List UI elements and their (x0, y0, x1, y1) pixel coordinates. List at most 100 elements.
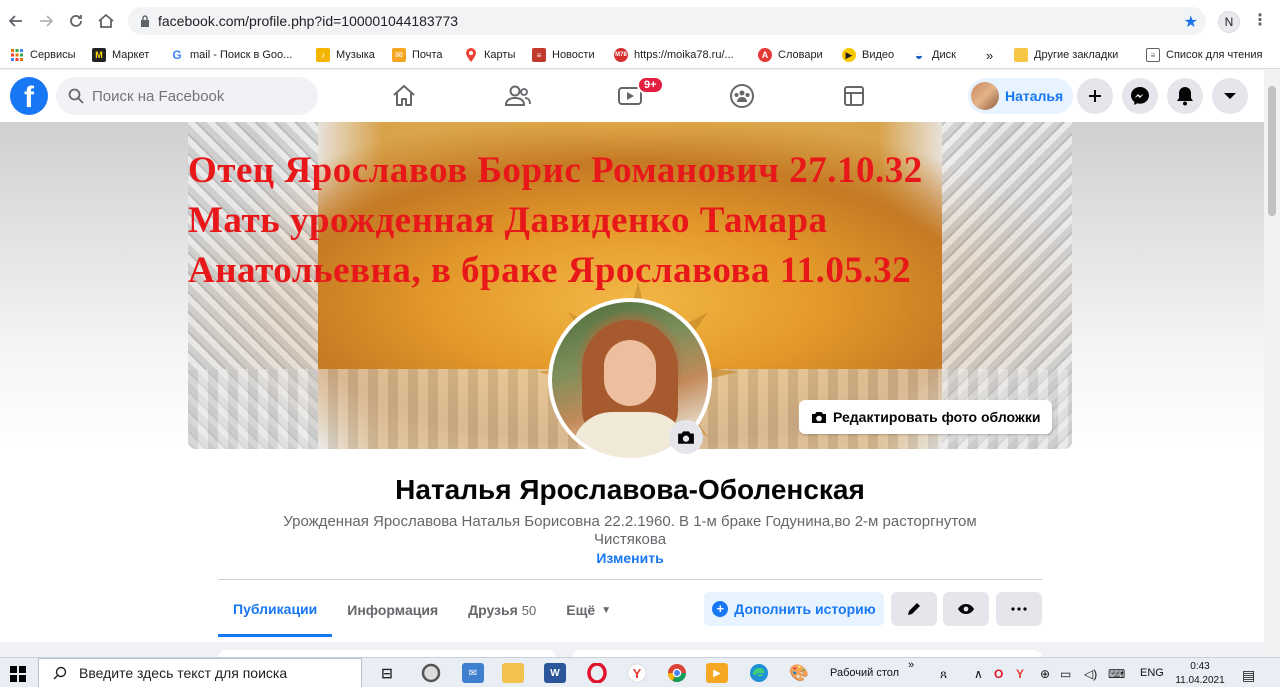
caret-down-icon (1224, 93, 1236, 99)
google-icon: G (172, 48, 182, 62)
profile-shortcut[interactable]: Наталья (968, 78, 1074, 114)
view-as-button[interactable] (943, 592, 989, 626)
pencil-icon (908, 603, 920, 615)
yandex-browser-icon[interactable]: Y (626, 663, 648, 683)
keyboard-icon[interactable]: ⌨ (1108, 667, 1125, 681)
friends-nav-icon[interactable] (504, 82, 532, 110)
more-icon: » (986, 48, 994, 63)
browser-menu-icon[interactable]: ⋮ (1252, 10, 1268, 30)
gaming-nav-icon[interactable] (840, 82, 868, 110)
forward-arrow-icon[interactable] (34, 9, 58, 33)
dictionary-icon: A (758, 48, 772, 62)
bookmarks-bar: Сервисы M Маркет G mail - Поиск в Goo...… (0, 42, 1280, 69)
scrollbar-thumb[interactable] (1268, 86, 1276, 216)
media-player-icon[interactable]: ▶ (706, 663, 728, 683)
tab-about[interactable]: Информация (332, 583, 453, 637)
maps-pin-icon (464, 48, 478, 62)
notifications-button[interactable] (1167, 78, 1203, 114)
groups-nav-icon[interactable] (728, 82, 756, 110)
tray-overflow-icon[interactable]: ∧ (974, 667, 983, 681)
plus-circle-icon: + (712, 601, 729, 617)
account-menu-button[interactable] (1212, 78, 1248, 114)
more-options-button[interactable] (996, 592, 1042, 626)
cover-line-mother-married: Анатольевна, в браке Ярославова 11.05.32 (188, 250, 912, 291)
bookmark-video[interactable]: ▶ Видео (842, 48, 894, 62)
bookmark-news[interactable]: ≡ Новости (532, 48, 595, 62)
clock-time: 0:43 (1190, 661, 1210, 672)
ellipsis-icon (1011, 607, 1027, 611)
cover-line-mother: Мать урожденная Давиденко Тамара (188, 200, 828, 241)
facebook-search[interactable] (56, 77, 318, 115)
profile-bio: Урожденная Ярославова Наталья Борисовна … (283, 513, 977, 548)
avatar (971, 82, 999, 110)
address-bar[interactable]: facebook.com/profile.php?id=100001044183… (128, 7, 1206, 35)
reload-icon[interactable] (64, 9, 88, 33)
plus-icon (1089, 90, 1101, 102)
facebook-logo-icon[interactable]: f (10, 77, 48, 115)
bookmark-disk[interactable]: ◒ Диск (912, 47, 956, 63)
page-scrollbar[interactable] (1264, 70, 1280, 657)
bookmark-google-search[interactable]: G mail - Поиск в Goo... (170, 48, 292, 62)
bookmark-reading-list[interactable]: ≡ Список для чтения (1146, 48, 1262, 62)
bookmark-mail[interactable]: ✉ Почта (392, 48, 443, 62)
app-circle-icon[interactable] (420, 663, 442, 683)
messenger-icon (1131, 87, 1149, 105)
messenger-button[interactable] (1122, 78, 1158, 114)
battery-icon[interactable]: ▭ (1060, 667, 1071, 681)
edge-icon[interactable] (748, 663, 770, 683)
tab-more[interactable]: Ещё ▼ (551, 583, 626, 637)
bookmark-dictionaries[interactable]: A Словари (758, 48, 823, 62)
tab-posts[interactable]: Публикации (218, 583, 333, 637)
bookmark-market[interactable]: M Маркет (92, 48, 149, 62)
facebook-header: f 9+ Наталья (0, 70, 1264, 122)
folder-icon (1014, 48, 1028, 62)
lock-icon (141, 15, 149, 27)
add-to-story-button[interactable]: + Дополнить историю (704, 592, 884, 626)
taskbar-search[interactable]: Введите здесь текст для поиска (38, 658, 362, 687)
music-icon: ♪ (316, 48, 330, 62)
bookmark-star-icon[interactable]: ★ (1184, 12, 1198, 32)
people-icon[interactable]: ጸ (940, 667, 947, 682)
bookmark-maps[interactable]: Карты (464, 48, 515, 62)
volume-icon[interactable]: ◁) (1084, 667, 1097, 681)
edit-bio-link[interactable]: Изменить (188, 550, 1072, 566)
word-icon[interactable]: W (544, 663, 566, 683)
chrome-icon[interactable] (666, 663, 688, 683)
bookmark-other[interactable]: Другие закладки (1014, 48, 1118, 62)
mail-app-icon[interactable]: ✉ (462, 663, 484, 683)
create-button[interactable] (1077, 78, 1113, 114)
bookmarks-overflow[interactable]: » (986, 48, 993, 63)
url-text[interactable]: facebook.com/profile.php?id=100001044183… (158, 13, 458, 29)
bookmark-music[interactable]: ♪ Музыка (316, 48, 375, 62)
tab-friends[interactable]: Друзья 50 (453, 583, 551, 637)
bookmark-services[interactable]: Сервисы (10, 48, 76, 62)
paint-icon[interactable]: 🎨 (788, 663, 810, 683)
news-icon: ≡ (532, 48, 546, 62)
update-profile-picture-button[interactable] (669, 420, 703, 454)
desktop-toolbar-label[interactable]: Рабочий стол (830, 667, 899, 679)
bookmark-moika[interactable]: M78 https://moika78.ru/... (614, 48, 734, 62)
language-indicator[interactable]: ENG (1140, 667, 1164, 679)
video-icon: ▶ (842, 48, 856, 62)
action-center-icon[interactable]: ▤ (1242, 667, 1255, 684)
edit-cover-photo-button[interactable]: Редактировать фото обложки (799, 400, 1053, 434)
caret-down-icon: ▼ (601, 604, 612, 616)
opera-tray-icon[interactable]: O (994, 667, 1003, 681)
edit-profile-button[interactable] (891, 592, 937, 626)
home-nav-icon[interactable] (390, 82, 418, 110)
network-icon[interactable]: ⊕ (1040, 667, 1050, 681)
back-arrow-icon[interactable] (4, 9, 28, 33)
taskbar-clock[interactable]: 0:43 11.04.2021 (1170, 660, 1230, 687)
search-input[interactable] (92, 87, 292, 105)
opera-icon[interactable] (586, 663, 608, 683)
toolbar-chevron-icon[interactable]: » (908, 659, 914, 671)
search-icon (53, 666, 67, 680)
task-view-icon[interactable]: ⊟ (376, 663, 398, 683)
home-icon[interactable] (94, 9, 118, 33)
yandex-tray-icon[interactable]: Y (1016, 667, 1024, 681)
windows-start-icon[interactable] (10, 666, 26, 682)
moika-icon: M78 (614, 48, 628, 62)
browser-toolbar: facebook.com/profile.php?id=100001044183… (0, 0, 1280, 42)
browser-profile-avatar[interactable]: N (1218, 11, 1240, 33)
file-explorer-icon[interactable] (502, 663, 524, 683)
